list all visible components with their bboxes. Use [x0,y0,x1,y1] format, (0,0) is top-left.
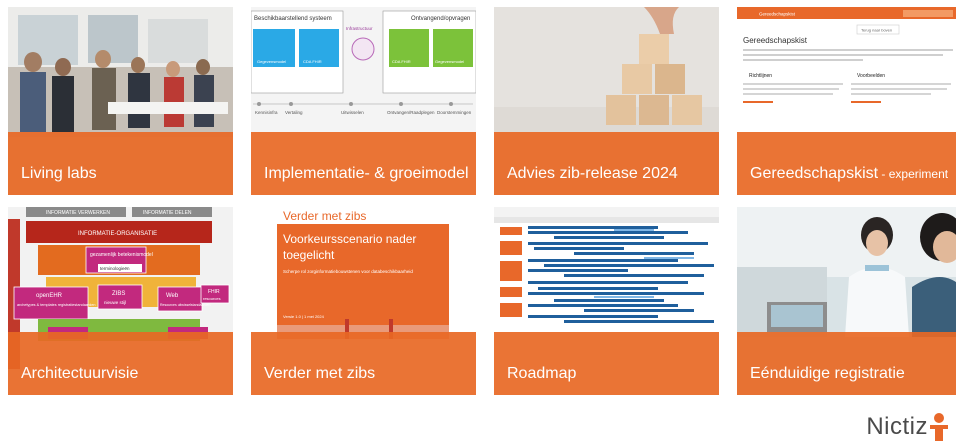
diagram-box1: Gegevensmodel [257,59,286,64]
arch-zibs-sub: nieuwe stijl [104,300,126,305]
tile-label: Living labs [21,165,97,182]
tile-band [251,332,476,395]
arch-top-left: INFORMATIE VERWERKEN [46,210,110,216]
diagram-center: Infrastructuur [346,26,373,31]
arch-fhir-sub: resources [203,296,221,301]
diagram-box4: Gegevensmodel [435,59,464,64]
verder-subtitle: Scherpe rol zorginformatiebouwstenen voo… [283,269,413,274]
arch-zibs: ZIBS [112,291,125,297]
thumb-col1: Richtlijnen [749,73,772,79]
tile-label-main: Gereedschapskist [750,165,879,182]
diagram-foot2: Vertaling [285,110,303,115]
verder-heading: Verder met zibs [283,209,366,223]
arch-top-right: INFORMATIE DELEN [143,210,192,216]
arch-fhir: FHIR [208,289,220,295]
arch-openehr: openEHR [36,293,63,299]
tile-gereedschapskist[interactable]: Gereedschapskist Terug naar boven Gereed… [737,7,956,195]
arch-web: Web [166,293,179,299]
tile-label-suffix: - experiment [878,167,949,181]
verder-title-line2: toegelicht [283,248,335,262]
diagram-foot1: Kennisinfra [255,110,278,115]
tile-band [737,132,956,195]
tile-label: Implementatie- & groeimodel [264,165,469,182]
arch-org: INFORMATIE-ORGANISATIE [78,231,157,237]
thumb-col2: Voorbeelden [857,73,885,79]
thumb-topbar: Gereedschapskist [759,12,796,17]
diagram-foot3: Uitwisselen [341,110,364,115]
tile-band [8,332,233,395]
arch-semantic: gezamenlijk betekenismodel [90,252,153,258]
nictiz-logo-icon [930,413,948,441]
logo-text: Nictiz [866,413,928,440]
tile-label: Gereedschapskist - experiment [750,165,948,183]
tile-architectuurvisie[interactable]: INFORMATIE VERWERKEN INFORMATIE DELEN IN… [8,207,233,395]
nictiz-logo: Nictiz [866,412,950,442]
tile-eenduidige-registratie[interactable]: Eénduidige registratie [737,207,956,395]
diagram-foot5: Doorstemmingen [437,110,472,115]
tile-label: Eénduidige registratie [750,365,905,382]
verder-title-line1: Voorkeursscenario nader [283,232,416,246]
diagram-right-title: Ontvangend/opvragen [411,16,470,22]
arch-openehr-sub: archetypes & templates registratiestanda… [17,303,96,307]
arch-web-sub: Resources uitwisselstandaarden [160,303,210,307]
thumb-button: Terug naar boven [861,28,892,33]
tile-label: Roadmap [507,365,577,382]
diagram-foot4: Ontvangen/Raadplegen [387,110,435,115]
verder-version: Versie 1.0 | 1 mei 2024 [283,314,325,319]
tile-implementatie-groeimodel[interactable]: Beschikbaarstellend systeem Gegevensmode… [251,7,476,195]
arch-term: terminologieën [100,266,130,271]
tile-label: Architectuurvisie [21,365,139,382]
thumb-title: Gereedschapskist [743,36,808,45]
tile-label: Verder met zibs [264,365,376,382]
diagram-box3: CDA FHIR [392,59,411,64]
diagram-box2: CDA FHIR [303,59,322,64]
tile-living-labs[interactable]: Living labs [8,7,233,195]
tile-verder-met-zibs[interactable]: Verder met zibs Voorkeursscenario nader … [251,207,476,395]
tile-band [494,132,719,195]
tile-label: Advies zib-release 2024 [507,165,678,182]
diagram-left-title: Beschikbaarstellend systeem [254,16,332,22]
tile-band [494,332,719,395]
tile-band [737,332,956,395]
tile-band [8,132,233,195]
tile-band [251,132,476,195]
tile-roadmap[interactable]: Roadmap [494,207,719,395]
tile-advies-zib-release[interactable]: Advies zib-release 2024 [494,7,719,195]
